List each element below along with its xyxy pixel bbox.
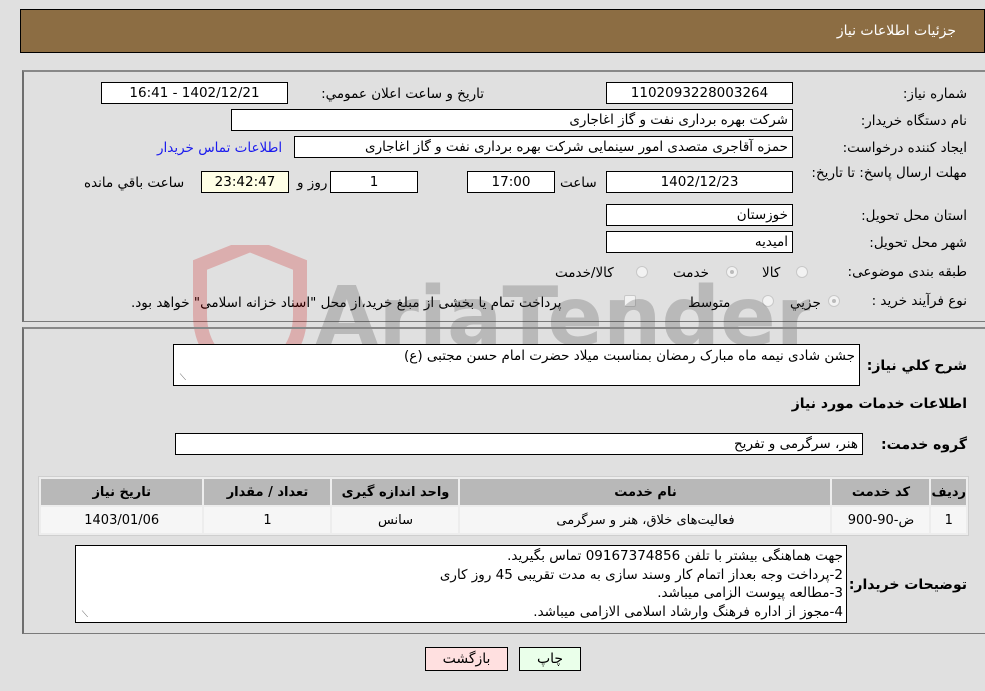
remaining-time-field: 23:42:47 (201, 171, 289, 193)
col-quantity: تعداد / مقدار (204, 479, 331, 505)
need-number-field: 1102093228003264 (606, 82, 793, 104)
requester-field: حمزه آقاجری متصدی امور سینمایی شرکت بهره… (294, 136, 793, 158)
buyer-org-label: نام دستگاه خریدار: (860, 113, 967, 129)
category-radio-service[interactable] (726, 266, 738, 278)
col-row-number: ردیف (931, 479, 966, 505)
deadline-time-label: ساعت (560, 175, 597, 191)
col-service-name: نام خدمت (460, 479, 831, 505)
need-number-label: شماره نیاز: (902, 86, 967, 102)
days-label: روز و (297, 175, 328, 191)
category-radio-goods[interactable] (796, 266, 808, 278)
col-unit: واحد اندازه گیری (332, 479, 459, 505)
service-group-field: هنر، سرگرمی و تفریح (175, 433, 863, 455)
announce-label: تاریخ و ساعت اعلان عمومي: (321, 86, 484, 102)
back-button[interactable]: بازگشت (425, 647, 508, 671)
process-type-label: نوع فرآیند خرید : (871, 293, 967, 309)
cell-quantity: 1 (204, 507, 331, 533)
category-label: طبقه بندی موضوعی: (847, 264, 967, 280)
col-need-date: تاریخ نیاز (41, 479, 203, 505)
province-label: استان محل تحویل: (861, 208, 967, 224)
buyer-contact-link[interactable]: اطلاعات تماس خریدار (157, 140, 282, 156)
buyer-note-line: جهت هماهنگی بیشتر با تلفن 09167374856 تم… (507, 548, 843, 564)
page-header: جزئیات اطلاعات نیاز (20, 9, 985, 53)
cell-service-name: فعالیت‌های خلاق، هنر و سرگرمی (460, 507, 831, 533)
deadline-date-field: 1402/12/23 (606, 171, 793, 193)
treasury-payment-checkbox[interactable] (624, 295, 636, 307)
buyer-note-line: 3-مطالعه پیوست الزامی میباشد. (657, 585, 843, 601)
table-header-row: ردیف کد خدمت نام خدمت واحد اندازه گیری ت… (41, 479, 966, 505)
buyer-note-line: 4-مجوز از اداره فرهنگ وارشاد اسلامی الاز… (533, 603, 843, 620)
process-radio-minor[interactable] (828, 295, 840, 307)
services-section-title: اطلاعات خدمات مورد نياز (791, 396, 967, 412)
remaining-label: ساعت باقي مانده (84, 175, 185, 191)
announce-datetime-field: 1402/12/21 - 16:41 (101, 82, 288, 104)
cell-need-date: 1403/01/06 (41, 507, 203, 533)
requester-label: ایجاد کننده درخواست: (842, 140, 967, 156)
cell-service-code: ض-90-900 (832, 507, 930, 533)
process-option-minor: جزيي (790, 295, 821, 311)
buyer-note-line: 2-پرداخت وجه بعداز اتمام کار وسند سازی ب… (439, 566, 843, 583)
category-radio-goods-service[interactable] (636, 266, 648, 278)
summary-textarea[interactable]: جشن شادی نیمه ماه مبارک رمضان بمناسبت می… (173, 344, 860, 386)
service-group-label: گروه خدمت: (881, 437, 967, 453)
summary-text: جشن شادی نیمه ماه مبارک رمضان بمناسبت می… (404, 348, 855, 364)
cell-row-number: 1 (931, 507, 966, 533)
summary-label: شرح کلي نياز: (866, 358, 967, 374)
category-option-service: خدمت (673, 265, 709, 281)
col-service-code: کد خدمت (832, 479, 930, 505)
treasury-payment-note: پرداخت تمام یا بخشی از مبلغ خرید،از محل … (131, 295, 562, 311)
city-label: شهر محل تحویل: (869, 235, 967, 251)
buyer-notes-label: توضیحات خریدار: (848, 577, 967, 593)
process-option-medium: متوسط (688, 295, 731, 311)
deadline-time-field: 17:00 (467, 171, 555, 193)
resize-grip-icon[interactable]: ⟋ (176, 373, 186, 383)
page-title: جزئیات اطلاعات نیاز (836, 23, 956, 39)
print-button[interactable]: چاپ (519, 647, 581, 671)
deadline-label: مهلت ارسال پاسخ: تا تاریخ: (811, 165, 967, 181)
resize-grip-icon[interactable]: ⟋ (78, 610, 88, 620)
buyer-notes-textarea[interactable]: جهت هماهنگی بیشتر با تلفن 09167374856 تم… (75, 545, 847, 623)
buyer-org-field: شرکت بهره برداری نفت و گاز اغاجاری (231, 109, 793, 131)
table-row: 1 ض-90-900 فعالیت‌های خلاق، هنر و سرگرمی… (41, 507, 966, 533)
services-table: ردیف کد خدمت نام خدمت واحد اندازه گیری ت… (38, 476, 969, 536)
city-field: امیدیه (606, 231, 793, 253)
need-info-panel (22, 70, 985, 322)
process-radio-medium[interactable] (762, 295, 774, 307)
cell-unit: سانس (332, 507, 459, 533)
category-option-goods-service: کالا/خدمت (555, 265, 614, 281)
province-field: خوزستان (606, 204, 793, 226)
category-option-goods: کالا (762, 265, 781, 281)
remaining-days-field: 1 (330, 171, 418, 193)
